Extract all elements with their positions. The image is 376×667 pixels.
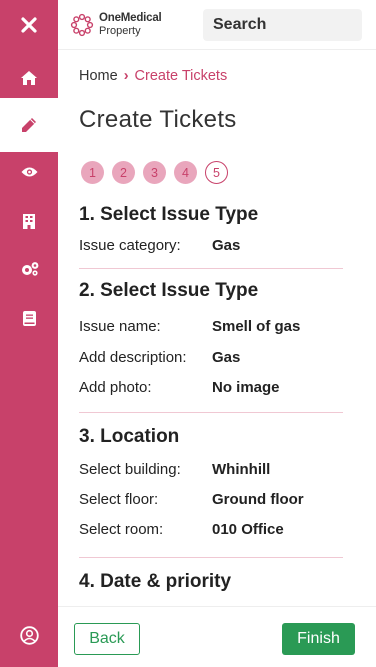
floor-value: Ground floor [212, 491, 304, 508]
search-box[interactable]: Search [203, 9, 362, 41]
step-1[interactable]: 1 [81, 161, 104, 184]
section-issue-category-title: 1. Select Issue Type [79, 204, 259, 225]
issue-category-value: Gas [212, 237, 241, 254]
issue-name-label: Issue name: [79, 318, 161, 335]
step-5[interactable]: 5 [205, 161, 228, 184]
step-2[interactable]: 2 [112, 161, 135, 184]
breadcrumb-current: Create Tickets [134, 68, 228, 84]
section-issue-details-title: 2. Select Issue Type [79, 280, 259, 301]
breadcrumb-home-link[interactable]: Home [79, 68, 118, 84]
sidebar-item-docs[interactable] [0, 293, 58, 343]
building-label: Select building: [79, 461, 181, 478]
cogs-icon [20, 261, 39, 276]
building-icon [23, 213, 35, 229]
building-value: Whinhill [212, 461, 271, 478]
section-divider [79, 412, 343, 413]
sidebar-item-buildings[interactable] [0, 196, 58, 246]
section-date-priority-title: 4. Date & priority [79, 571, 232, 592]
photo-label: Add photo: [79, 379, 152, 396]
main-content: Home › Create Tickets Create Tickets 1 2 3… [58, 51, 376, 606]
issue-name-value: Smell of gas [212, 318, 301, 335]
issue-category-label: Issue category: [79, 237, 181, 254]
home-icon [21, 71, 37, 85]
floor-label: Select floor: [79, 491, 159, 508]
footer-bar: Back Finish [58, 606, 376, 667]
breadcrumb-separator: › [123, 68, 129, 84]
section-location-title: 3. Location [79, 426, 180, 447]
photo-value: No image [212, 379, 280, 396]
user-circle-icon [19, 625, 39, 645]
breadcrumb: Home › Create Tickets [79, 68, 227, 84]
finish-button[interactable]: Finish [282, 623, 355, 655]
top-bar: OneMedical Property Search [58, 0, 376, 50]
page-title: Create Tickets [79, 106, 237, 133]
sidebar [0, 0, 58, 667]
room-value: 010 Office [212, 521, 284, 538]
section-divider [79, 268, 343, 269]
step-3[interactable]: 3 [143, 161, 166, 184]
step-indicator: 1 2 3 4 5 [81, 161, 236, 184]
close-menu-button[interactable] [0, 0, 58, 50]
close-icon [21, 17, 37, 33]
brand-subname: Property [99, 25, 141, 37]
sidebar-item-create-ticket[interactable] [0, 98, 58, 152]
book-icon [22, 310, 36, 326]
sidebar-item-view[interactable] [0, 147, 58, 197]
description-label: Add description: [79, 349, 187, 366]
back-button[interactable]: Back [74, 623, 140, 655]
sidebar-item-home[interactable] [0, 53, 58, 103]
sidebar-item-profile[interactable] [0, 610, 58, 660]
sidebar-item-settings[interactable] [0, 243, 58, 293]
description-value: Gas [212, 349, 241, 366]
eye-icon [21, 166, 38, 178]
room-label: Select room: [79, 521, 164, 538]
brand-logo-icon [68, 11, 96, 39]
pencil-icon [21, 117, 37, 133]
step-4[interactable]: 4 [174, 161, 197, 184]
brand-name: OneMedical [99, 12, 162, 24]
section-divider [79, 557, 343, 558]
